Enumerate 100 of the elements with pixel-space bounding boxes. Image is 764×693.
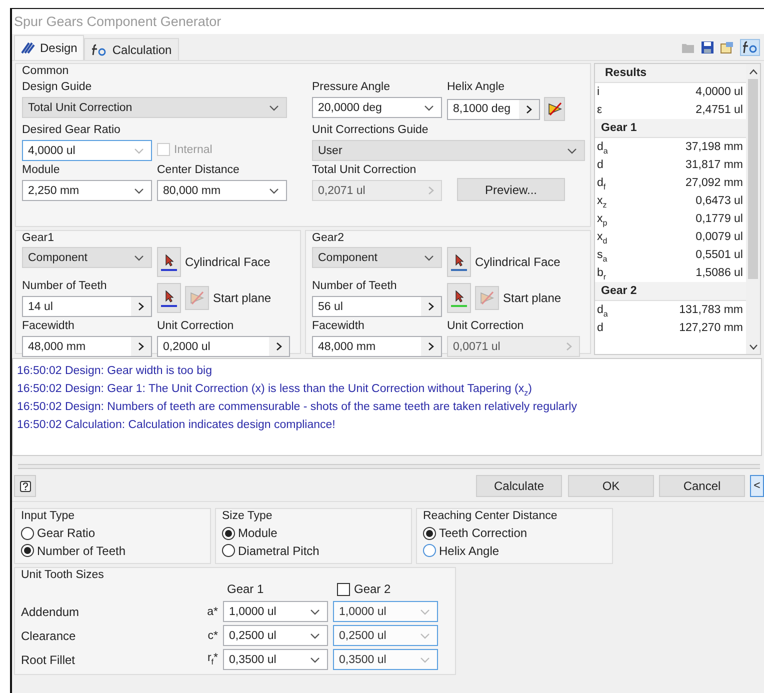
- combo-box[interactable]: 1,0000 ul: [223, 601, 328, 622]
- function-icon[interactable]: [740, 39, 760, 56]
- select-button[interactable]: [157, 283, 181, 313]
- cursor-icon: [164, 290, 174, 302]
- radio-option[interactable]: Module: [222, 525, 405, 542]
- symbol-label: a*: [206, 606, 219, 618]
- field-label: Unit Correction: [157, 319, 235, 334]
- dialog-button[interactable]: OK: [568, 475, 654, 497]
- group-title: Gear2: [312, 232, 344, 244]
- radio-option[interactable]: Teeth Correction: [423, 525, 606, 542]
- chevron-down-icon: [420, 632, 430, 638]
- save-icon[interactable]: [701, 41, 714, 54]
- result-value: 37,198 mm: [685, 140, 743, 155]
- flip-icon: [546, 101, 563, 117]
- dropdown[interactable]: Component: [22, 247, 152, 268]
- log-message: 16:50:02 Design: Numbers of teeth are commensurable - shots of the same teeth are taken relatively regularly: [17, 400, 578, 415]
- selection-label: Cylindrical Face: [185, 255, 270, 269]
- arrow-button[interactable]: [519, 100, 540, 118]
- result-value: 27,092 mm: [685, 176, 743, 191]
- chevron-right-icon: [428, 302, 434, 311]
- dropdown[interactable]: User: [312, 140, 585, 161]
- scrollbar[interactable]: [746, 64, 760, 354]
- cursor-icon: [164, 254, 174, 266]
- field-label: Number of Teeth: [312, 279, 398, 294]
- spin-field[interactable]: 56 ul: [312, 296, 442, 317]
- selection-label: Cylindrical Face: [475, 255, 560, 269]
- dialog-button[interactable]: Cancel: [659, 475, 745, 497]
- combo-box[interactable]: 0,3500 ul: [223, 649, 328, 670]
- combo-box[interactable]: 2,250 mm: [22, 180, 152, 201]
- chevron-up-icon[interactable]: [748, 69, 758, 75]
- result-value: 2,4751 ul: [696, 103, 743, 118]
- radio-option[interactable]: Number of Teeth: [21, 542, 204, 559]
- help-icon: [20, 480, 30, 492]
- section-header: Gear 1: [595, 119, 746, 138]
- log-message: 16:50:02 Design: Gear width is too big: [17, 364, 213, 379]
- select-button[interactable]: [447, 283, 471, 313]
- arrow-button[interactable]: [269, 337, 289, 356]
- chevron-down-icon: [134, 148, 144, 154]
- arrow-button[interactable]: [131, 297, 151, 316]
- spin-field[interactable]: 8,1000 deg: [447, 98, 540, 120]
- combo-box[interactable]: 4,0000 ul: [22, 140, 152, 161]
- radio-option[interactable]: Gear Ratio: [21, 525, 204, 542]
- gear-checkbox[interactable]: Gear 2: [333, 580, 443, 598]
- chevron-down-icon: [269, 188, 279, 194]
- field-label: Unit Correction: [447, 319, 525, 334]
- field-label: Facewidth: [22, 319, 76, 334]
- chevron-down-icon: [424, 104, 434, 110]
- combo-box[interactable]: 0,2500 ul: [223, 625, 328, 646]
- arrow-button[interactable]: [131, 337, 151, 356]
- result-value: 4,0000 ul: [696, 85, 743, 100]
- chevron-down-icon: [424, 254, 434, 260]
- result-value: 0,0079 ul: [696, 230, 743, 245]
- spin-field[interactable]: 0,2000 ul: [157, 336, 290, 357]
- chevron-down-icon: [420, 656, 430, 662]
- symbol-label: r$_{f}$*: [206, 652, 219, 667]
- result-symbol: i: [597, 85, 600, 100]
- result-symbol: s$_{a}$: [597, 248, 608, 264]
- select-button[interactable]: [447, 247, 471, 277]
- result-symbol: d: [597, 158, 604, 173]
- chevron-right-icon: [428, 186, 434, 195]
- arrow-button[interactable]: [421, 297, 441, 316]
- field-label: Design Guide: [22, 80, 93, 95]
- chevron-down-icon[interactable]: [748, 344, 758, 350]
- field-label: Desired Gear Ratio: [22, 123, 122, 138]
- dropdown[interactable]: Total Unit Correction: [22, 97, 287, 118]
- log-message: 16:50:02 Design: Gear 1: The Unit Correction (x) is less than the Unit Correction without Tapering (x$_{z}$): [17, 382, 533, 398]
- spin-field[interactable]: 48,000 mm: [312, 336, 442, 357]
- help-button[interactable]: [14, 475, 36, 497]
- flip-icon: [479, 290, 495, 306]
- result-symbol: b$_{r}$: [597, 266, 606, 282]
- section-header: Gear 2: [595, 282, 746, 301]
- combo-box[interactable]: 80,000 mm: [157, 180, 287, 201]
- select-button[interactable]: [157, 247, 181, 277]
- chevron-right-icon: [138, 342, 144, 351]
- result-symbol: x$_{z}$: [597, 194, 607, 210]
- result-value: 131,783 mm: [679, 303, 743, 318]
- selection-label: Start plane: [503, 291, 562, 305]
- collapse-button[interactable]: <: [750, 475, 764, 497]
- tab[interactable]: Design: [14, 35, 84, 60]
- radio-option[interactable]: Diametral Pitch: [222, 542, 405, 559]
- group-title: Common: [22, 65, 69, 77]
- tab[interactable]: Calculation: [84, 38, 179, 60]
- field-label: Number of Teeth: [22, 279, 108, 294]
- chevron-down-icon: [310, 656, 320, 662]
- spin-field[interactable]: 48,000 mm: [22, 336, 152, 357]
- flip-button[interactable]: [544, 97, 565, 121]
- row-label: Clearance: [21, 628, 77, 642]
- dialog-button[interactable]: Calculate: [476, 475, 562, 497]
- chevron-right-icon: [566, 342, 572, 351]
- spin-field[interactable]: 14 ul: [22, 296, 152, 317]
- function-icon: [91, 44, 108, 56]
- properties-icon[interactable]: [720, 41, 734, 54]
- arrow-button[interactable]: [421, 337, 441, 356]
- result-value: 31,817 mm: [685, 158, 743, 173]
- combo-box[interactable]: 20,0000 deg: [312, 97, 442, 118]
- result-symbol: x$_{p}$: [597, 212, 608, 228]
- log-message: 16:50:02 Calculation: Calculation indicates design compliance!: [17, 418, 336, 433]
- dropdown[interactable]: Component: [312, 247, 442, 268]
- preview-button[interactable]: Preview...: [457, 178, 565, 201]
- radio-option[interactable]: Helix Angle: [423, 542, 606, 559]
